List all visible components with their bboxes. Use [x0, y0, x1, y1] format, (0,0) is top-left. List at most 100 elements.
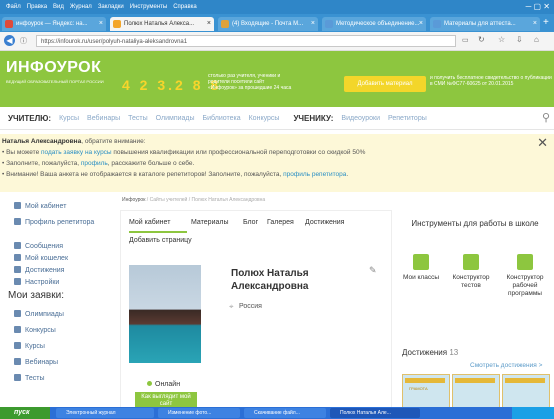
start-button[interactable]: пуск: [0, 407, 50, 419]
menu-edit[interactable]: Правка: [27, 4, 47, 10]
tab-materials[interactable]: Материалы для аттеста... ×: [430, 17, 540, 31]
nav-contests[interactable]: Конкурсы: [249, 115, 280, 122]
page-favicon-icon: [433, 20, 441, 28]
sidebar-item-courses[interactable]: Курсы: [14, 342, 45, 350]
certificate-thumbnail[interactable]: [502, 374, 550, 408]
nav-library[interactable]: Библиотека: [203, 115, 241, 122]
close-tab-icon[interactable]: ×: [99, 17, 103, 31]
system-tray[interactable]: [512, 407, 554, 419]
close-tab-icon[interactable]: ×: [207, 17, 211, 31]
profile-link[interactable]: профиль: [81, 160, 108, 167]
nav-olympiads[interactable]: Олимпиады: [156, 115, 195, 122]
sidebar-item-contests[interactable]: Конкурсы: [14, 326, 56, 334]
bookmark-star-icon[interactable]: ☆: [498, 35, 505, 44]
taskbar-item[interactable]: Изменение фото...: [158, 408, 240, 418]
logo-subtitle: ВЕДУЩИЙ ОБРАЗОВАТЕЛЬНЫЙ ПОРТАЛ РОССИИ: [6, 79, 104, 84]
tab-profile[interactable]: Полюх Наталья Алекса... ×: [110, 17, 214, 31]
breadcrumb-home[interactable]: Инфоурок: [122, 197, 145, 203]
tab-gallery[interactable]: Галерея: [267, 219, 294, 226]
back-button[interactable]: ◀: [4, 35, 15, 46]
reader-icon[interactable]: ▭: [462, 36, 469, 44]
nav-student-label: УЧЕНИКУ:: [293, 113, 334, 123]
visit-counter: 4 2 3.2 8 8: [122, 77, 222, 93]
tab-achievements[interactable]: Достижения: [305, 219, 344, 226]
tab-yandex[interactable]: инфоурок — Яндекс: на... ×: [2, 17, 106, 31]
close-tab-icon[interactable]: ×: [311, 17, 315, 31]
mail-favicon-icon: [221, 20, 229, 28]
info-icon[interactable]: ⓘ: [20, 36, 27, 46]
taskbar-item[interactable]: Скачивание файл...: [244, 408, 326, 418]
close-tab-icon[interactable]: ×: [533, 17, 537, 31]
breadcrumb: Инфоурок / Сайты учителей / Полюх Наталь…: [122, 197, 266, 203]
location-pin-icon: ⌖: [229, 302, 234, 311]
tool-test-builder[interactable]: Конструктор тестов: [448, 254, 494, 290]
see-achievements-link[interactable]: Смотреть достижения >: [470, 362, 542, 369]
play-icon: [14, 358, 21, 365]
nav-webinars[interactable]: Вебинары: [87, 115, 120, 122]
breadcrumb-teachers[interactable]: Сайты учителей: [150, 197, 188, 203]
sidebar-item-label: Конкурсы: [25, 327, 56, 334]
main-nav: УЧИТЕЛЮ: Курсы Вебинары Тесты Олимпиады …: [0, 107, 554, 130]
url-input[interactable]: https://infourok.ru/user/polyuh-nataliya…: [36, 35, 456, 47]
breadcrumb-current: Полюх Наталья Александровна: [191, 197, 266, 203]
tab-blog[interactable]: Блог: [243, 219, 258, 226]
nav-courses[interactable]: Курсы: [59, 115, 79, 122]
downloads-icon[interactable]: ⇩: [516, 35, 523, 44]
sidebar-item-label: Олимпиады: [25, 311, 64, 318]
new-tab-button[interactable]: +: [543, 17, 549, 28]
menu-bookmarks[interactable]: Закладки: [98, 4, 124, 10]
sidebar-item-label: Сообщения: [25, 243, 63, 250]
tool-my-classes[interactable]: Мои классы: [398, 254, 444, 282]
tab-method[interactable]: Методическое объединение... ×: [322, 17, 426, 31]
notice-intro: , обратите внимание:: [81, 138, 146, 145]
reload-icon[interactable]: ↻: [478, 35, 485, 44]
sidebar-item-tests[interactable]: Тесты: [14, 374, 45, 382]
sidebar-item-settings[interactable]: Настройки: [14, 278, 59, 286]
add-material-button[interactable]: Добавить материал: [344, 76, 426, 92]
nav-videolessons[interactable]: Видеоуроки: [341, 115, 380, 122]
sidebar-item-wallet[interactable]: Мой кошелек: [14, 254, 68, 262]
sidebar-item-webinars[interactable]: Вебинары: [14, 358, 58, 366]
taskbar-item[interactable]: Электронный журнал: [56, 408, 154, 418]
sidebar-item-messages[interactable]: Сообщения: [14, 242, 63, 250]
sidebar-item-olympiads[interactable]: Олимпиады: [14, 310, 64, 318]
search-icon[interactable]: ⚲: [542, 111, 550, 124]
achievements-count: 13: [449, 348, 459, 357]
tools-panel: Инструменты для работы в школе Мои класс…: [394, 206, 554, 408]
tab-label: Полюх Наталья Алекса...: [124, 21, 195, 27]
home-icon[interactable]: ⌂: [534, 35, 539, 44]
menu-help[interactable]: Справка: [173, 4, 197, 10]
tab-mail[interactable]: (4) Входящие - Почта М... ×: [218, 17, 318, 31]
certificate-thumbnail[interactable]: [452, 374, 500, 408]
sidebar: Мой кабинет Профиль репетитора Сообщения…: [0, 196, 118, 406]
wallet-icon: [14, 254, 21, 261]
menu-file[interactable]: Файл: [6, 4, 21, 10]
tab-materials[interactable]: Материалы: [191, 219, 228, 226]
menu-view[interactable]: Вид: [53, 4, 64, 10]
taskbar-item-active[interactable]: Полюх Наталья Але...: [330, 408, 420, 418]
edit-pencil-icon[interactable]: ✎: [369, 265, 377, 276]
close-tab-icon[interactable]: ×: [419, 17, 423, 31]
tool-program-builder[interactable]: Конструктор рабочей программы: [498, 254, 552, 298]
nav-tests[interactable]: Тесты: [128, 115, 148, 122]
tab-cabinet[interactable]: Мой кабинет: [129, 219, 170, 226]
nav-tutors[interactable]: Репетиторы: [388, 115, 427, 122]
certificate-thumbnail[interactable]: ГРАМОТА: [402, 374, 450, 408]
menu-tools[interactable]: Инструменты: [130, 4, 167, 10]
courses-application-link[interactable]: подать заявку на курсы: [41, 149, 112, 156]
user-icon: [14, 202, 21, 209]
tutor-profile-link[interactable]: профиль репетитора: [283, 171, 346, 178]
sidebar-item-achievements[interactable]: Достижения: [14, 266, 64, 274]
sidebar-item-label: Курсы: [25, 343, 45, 350]
add-page-link[interactable]: Добавить страницу: [129, 237, 192, 244]
site-logo[interactable]: ИНФОУРОК: [6, 59, 101, 77]
close-icon[interactable]: ✕: [537, 136, 548, 149]
sidebar-item-cabinet[interactable]: Мой кабинет: [14, 202, 66, 210]
certificate-ribbon: [455, 378, 495, 383]
sidebar-item-tutor-profile[interactable]: Профиль репетитора: [14, 218, 104, 226]
menu-history[interactable]: Журнал: [70, 4, 92, 10]
achievements-label: Достижения: [402, 348, 448, 357]
window-controls[interactable]: ─ ▢ ✕: [526, 2, 550, 11]
tool-label: Конструктор тестов: [452, 274, 490, 289]
active-tab-indicator: [129, 231, 187, 233]
